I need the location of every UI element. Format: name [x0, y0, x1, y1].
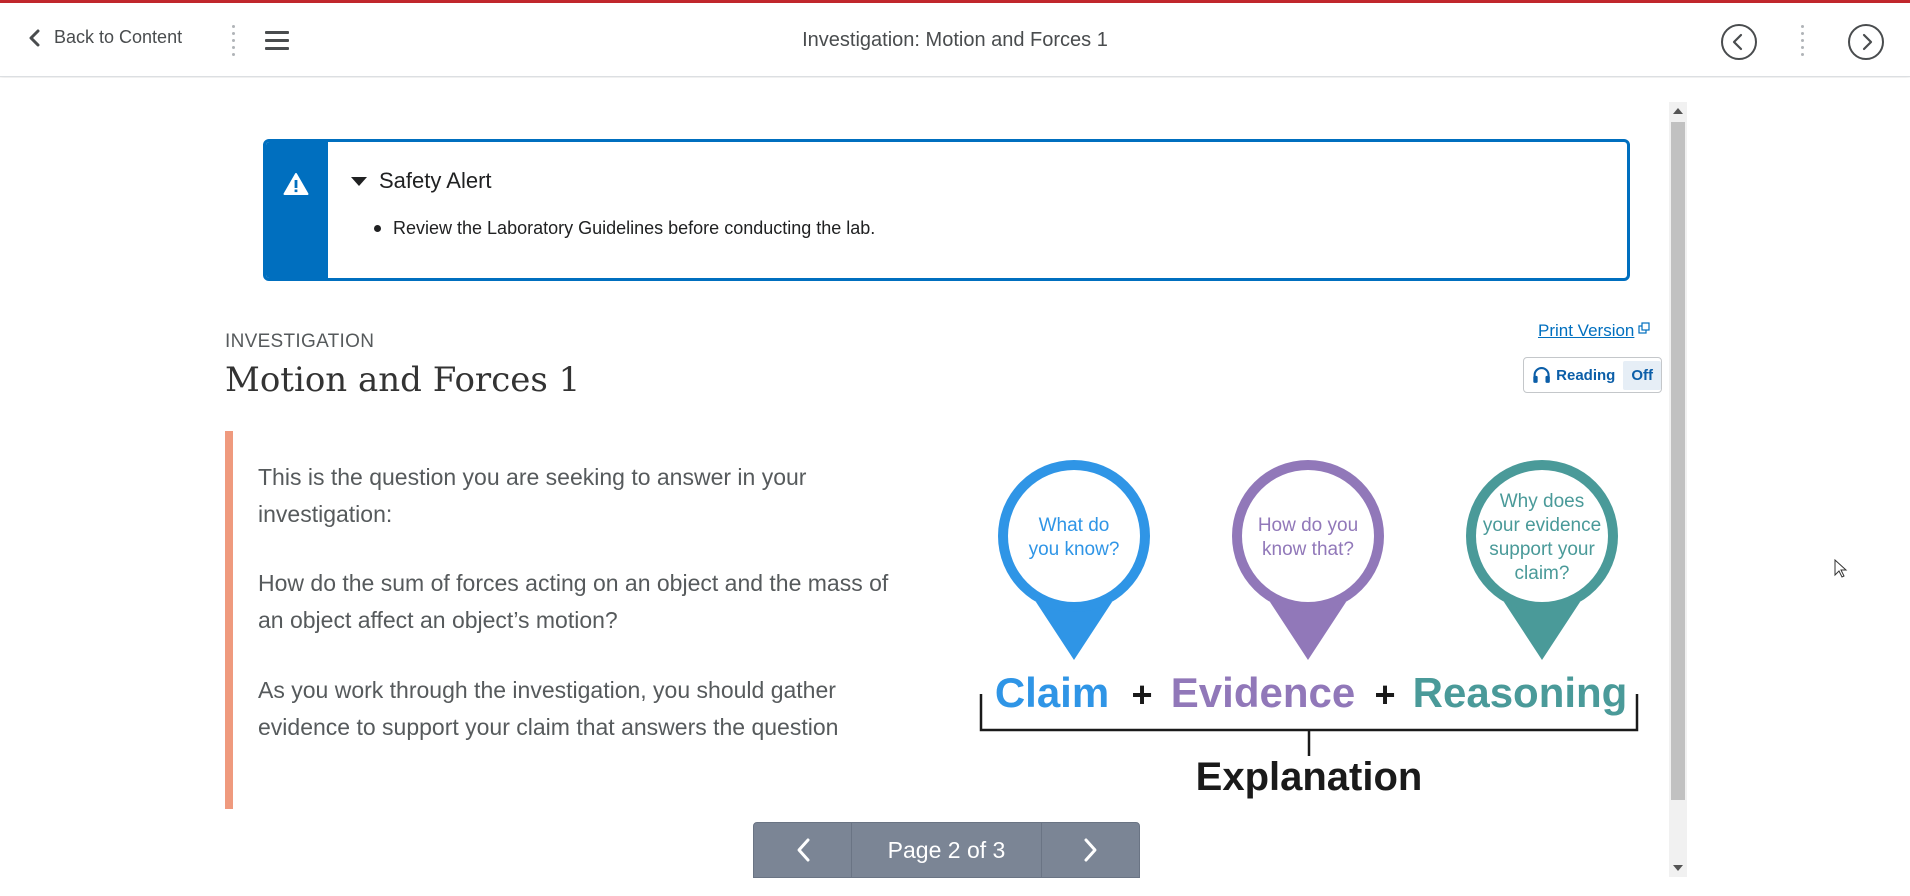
next-page-button[interactable]	[1042, 823, 1139, 877]
read-aloud-toggle[interactable]: Reading Off	[1523, 357, 1662, 393]
explanation-label: Explanation	[1196, 755, 1423, 799]
page-indicator: Page 2 of 3	[851, 823, 1042, 877]
question-intro-paragraph: This is the question you are seeking to …	[258, 464, 807, 527]
section-heading: Motion and Forces 1	[225, 360, 581, 400]
plus-sign: +	[1131, 674, 1152, 715]
reasoning-pin: Why does your evidence support your claim?	[1466, 460, 1618, 660]
list-item: Review the Laboratory Guidelines before …	[374, 218, 875, 239]
pin-text-line: support your	[1489, 539, 1595, 560]
scroll-up-arrow-icon[interactable]	[1673, 108, 1683, 114]
quote-accent-bar	[225, 431, 233, 809]
caret-down-icon	[351, 176, 367, 186]
print-version-link[interactable]: Print Version	[1538, 321, 1650, 341]
chevron-right-icon	[1084, 838, 1096, 862]
pin-text-line: Why does	[1500, 491, 1584, 512]
claim-pin: What do you know?	[998, 460, 1150, 660]
headphones-icon	[1533, 367, 1550, 383]
safety-alert-title: Safety Alert	[379, 168, 492, 193]
warning-triangle-icon	[283, 173, 309, 195]
divider-dots-icon	[1801, 25, 1805, 60]
evidence-pin: How do you know that?	[1232, 460, 1384, 660]
evidence-paragraph: As you work through the investigation, y…	[258, 677, 839, 740]
reading-label: Reading	[1556, 366, 1616, 384]
print-version-label: Print Version	[1538, 321, 1635, 340]
pin-text-line: What do	[1039, 515, 1110, 536]
mouse-pointer-icon	[1834, 559, 1848, 578]
page-title: Investigation: Motion and Forces 1	[802, 29, 1108, 51]
reasoning-word: Reasoning	[1413, 669, 1628, 716]
scroll-down-arrow-icon[interactable]	[1673, 865, 1683, 871]
pin-text-line: know that?	[1262, 539, 1354, 560]
investigation-question-paragraph: How do the sum of forces acting on an ob…	[258, 570, 889, 633]
alert-sidebar	[266, 142, 328, 278]
previous-topic-button[interactable]	[1720, 23, 1758, 61]
section-kicker: INVESTIGATION	[225, 331, 375, 352]
chevron-left-icon	[797, 838, 809, 862]
alert-item-text: Review the Laboratory Guidelines before …	[393, 218, 876, 238]
external-window-icon	[1638, 322, 1650, 334]
page-navigator: Page 2 of 3	[753, 822, 1140, 878]
next-topic-button[interactable]	[1847, 23, 1885, 61]
safety-alert-toggle[interactable]: Safety Alert	[351, 168, 492, 194]
reading-state-badge: Off	[1623, 360, 1661, 390]
pin-text-line: How do you	[1258, 515, 1358, 536]
pin-text-line: you know?	[1029, 539, 1120, 560]
safety-alert-box: Safety Alert Review the Laboratory Guide…	[263, 139, 1630, 281]
evidence-word: Evidence	[1171, 669, 1355, 716]
scrollbar[interactable]	[1669, 102, 1687, 877]
pin-center	[1008, 470, 1140, 602]
top-navbar: Back to Content Investigation: Motion an…	[0, 3, 1910, 77]
bullet-icon	[374, 225, 381, 232]
pin-center	[1242, 470, 1374, 602]
plus-sign: +	[1374, 674, 1395, 715]
scrollbar-thumb[interactable]	[1671, 122, 1685, 800]
previous-page-button[interactable]	[754, 823, 851, 877]
claim-evidence-reasoning-graphic: What do you know? How do you know that? Why …	[979, 460, 1639, 799]
claim-word: Claim	[995, 669, 1109, 716]
pin-text-line: claim?	[1515, 563, 1570, 584]
pin-text-line: your evidence	[1483, 515, 1601, 536]
